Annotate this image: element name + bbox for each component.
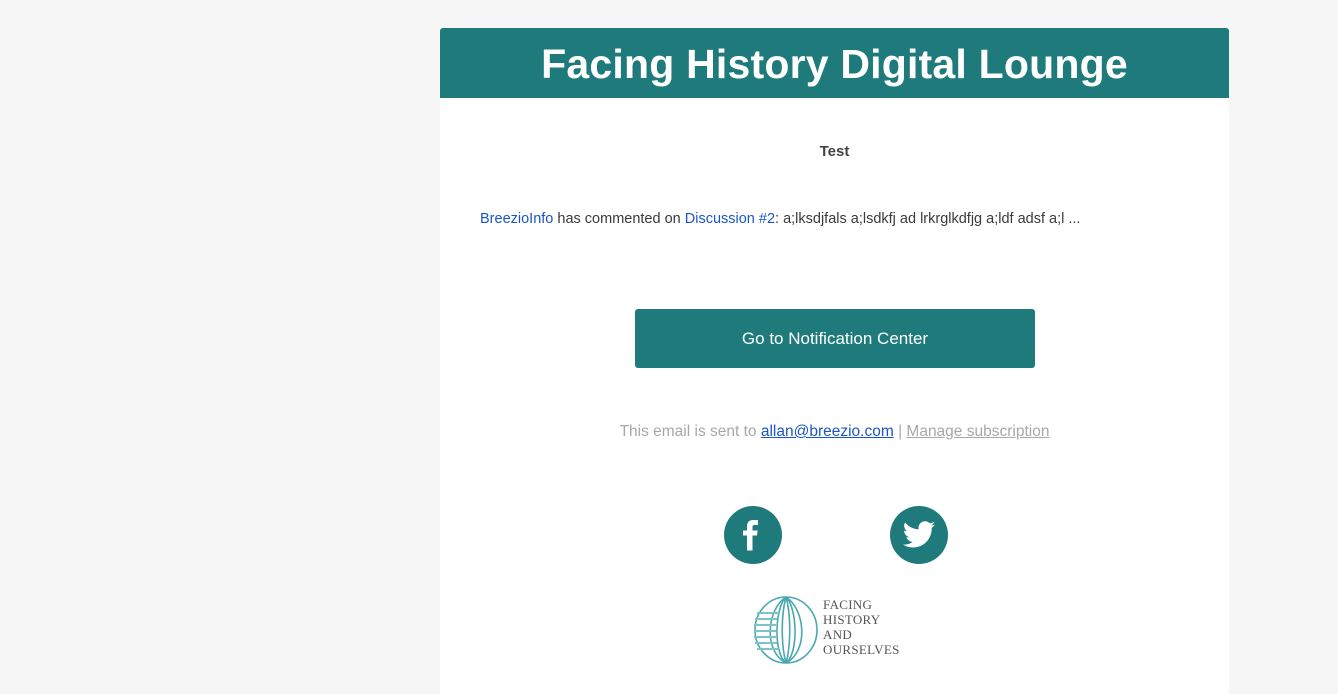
logo-line-2: HISTORY <box>823 612 881 627</box>
facebook-icon <box>743 520 758 551</box>
logo-line-3: AND <box>823 627 853 642</box>
footer-line: This email is sent to allan@breezio.com … <box>440 423 1229 441</box>
facing-history-logo: FACING HISTORY AND OURSELVES <box>753 595 923 665</box>
facebook-button[interactable] <box>724 506 782 564</box>
logo-wordmark: FACING HISTORY AND OURSELVES <box>823 597 900 657</box>
globe-logo-icon <box>754 596 818 664</box>
message-body: : a;lksdjfals a;lsdkfj ad lrkrglkdfjg a;… <box>775 211 1081 227</box>
twitter-button[interactable] <box>890 506 948 564</box>
email-container: Facing History Digital Lounge Test Breez… <box>440 28 1229 694</box>
sent-prefix: This email is sent to <box>619 423 761 440</box>
notification-message: BreezioInfo has commented on Discussion … <box>480 206 1200 233</box>
logo-line-4: OURSELVES <box>823 642 900 657</box>
discussion-link[interactable]: Discussion #2 <box>685 211 775 227</box>
footer-separator: | <box>893 423 907 440</box>
manage-subscription-link[interactable]: Manage subscription <box>906 423 1049 440</box>
social-links <box>440 506 1229 566</box>
logo-line-1: FACING <box>823 597 873 612</box>
email-header: Facing History Digital Lounge <box>440 28 1229 98</box>
header-title: Facing History Digital Lounge <box>541 40 1128 87</box>
actor-link[interactable]: BreezioInfo <box>480 211 553 227</box>
email-subject: Test <box>819 143 850 160</box>
twitter-icon <box>902 521 935 548</box>
recipient-email-link[interactable]: allan@breezio.com <box>761 423 894 440</box>
notification-center-button[interactable]: Go to Notification Center <box>635 309 1035 368</box>
message-verb: has commented on <box>553 211 685 227</box>
